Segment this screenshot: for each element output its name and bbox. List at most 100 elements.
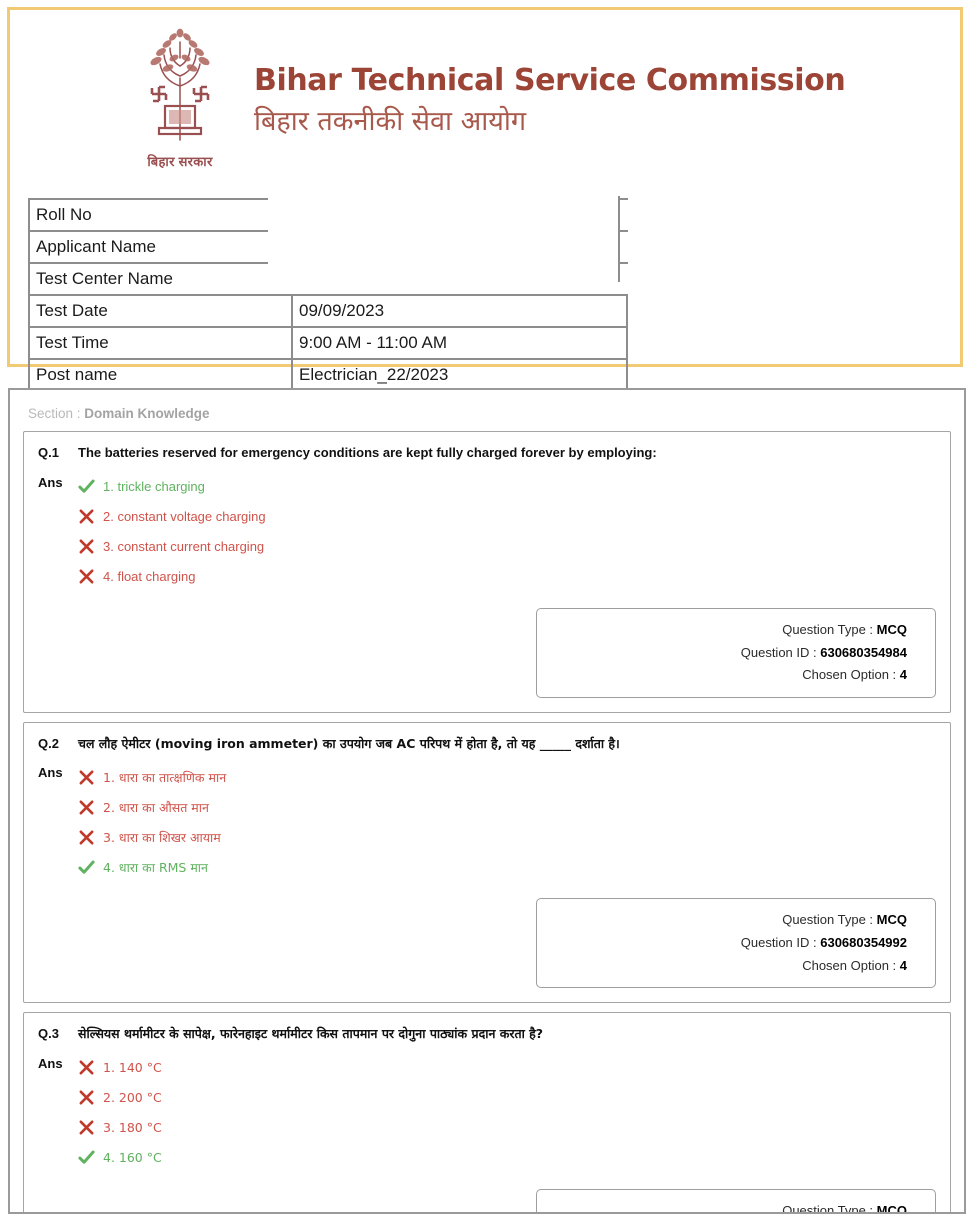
candidate-info-row: Test Time 9:00 AM - 11:00 AM [28, 326, 628, 360]
option-text: 3. constant current charging [103, 539, 265, 555]
option-text: 2. धारा का औसत मान [103, 799, 209, 815]
cross-icon [78, 829, 95, 846]
section-name: Domain Knowledge [84, 406, 210, 421]
meta-value-question-type: MCQ [876, 912, 907, 928]
option-text: 4. 160 °C [103, 1150, 162, 1166]
question-text: चल लौह ऐमीटर (moving iron ammeter) का उप… [78, 736, 620, 752]
meta-value-chosen-option: 4 [899, 957, 907, 973]
option-row: 4. float charging [78, 562, 936, 592]
meta-label-question-id: Question ID : [740, 934, 821, 950]
candidate-info-label: Test Date [28, 294, 293, 328]
org-title-english: Bihar Technical Service Commission [254, 62, 846, 98]
meta-label-question-id: Question ID : [740, 644, 821, 660]
meta-label-question-type: Question Type : [782, 621, 877, 637]
question-meta-wrap: Question Type : MCQQuestion ID : 6306803… [38, 1188, 936, 1214]
option-row: 3. धारा का शिखर आयाम [78, 822, 936, 852]
question-card: Q.2 चल लौह ऐमीटर (moving iron ammeter) का… [23, 722, 951, 1004]
cross-icon [78, 1059, 95, 1076]
option-row: 2. 200 °C [78, 1083, 936, 1113]
candidate-info-value: 09/09/2023 [291, 294, 628, 328]
check-icon [78, 478, 95, 495]
option-list: 1. 140 °C 2. 200 °C 3. 180 °C 4. 160 °C [78, 1053, 936, 1173]
cross-icon [78, 538, 95, 555]
question-number: Q.1 [38, 445, 59, 460]
question-meta-wrap: Question Type : MCQQuestion ID : 6306803… [38, 898, 936, 989]
candidate-info-row: Test Date 09/09/2023 [28, 294, 628, 328]
candidate-info-row: Post name Electrician_22/2023 [28, 358, 628, 392]
meta-label-chosen-option: Chosen Option : [802, 957, 900, 973]
question-card: Q.1 The batteries reserved for emergency … [23, 431, 951, 714]
questions-panel: Section : Domain Knowledge Q.1 The batter… [8, 388, 966, 1214]
question-number: Q.2 [38, 736, 59, 752]
option-text: 1. trickle charging [103, 479, 205, 495]
meta-value-question-id: 630680354992 [820, 934, 907, 950]
meta-value-question-type: MCQ [876, 621, 907, 637]
question-card: Q.3 सेल्सियस थर्मामीटर के सापेक्ष, फारेनह… [23, 1012, 951, 1214]
meta-row-question-id: Question ID : 630680354992 [547, 932, 907, 955]
meta-label-question-type: Question Type : [782, 912, 877, 928]
header-panel: बिहार सरकार Bihar Technical Service Comm… [7, 7, 963, 392]
meta-row-chosen-option: Chosen Option : 4 [547, 955, 907, 978]
meta-value-chosen-option: 4 [899, 667, 907, 683]
option-row: 1. धारा का तात्क्षणिक मान [78, 762, 936, 792]
meta-row-question-type: Question Type : MCQ [547, 909, 907, 932]
option-row: 4. 160 °C [78, 1143, 936, 1173]
option-row: 2. constant voltage charging [78, 502, 936, 532]
question-meta-box: Question Type : MCQQuestion ID : 6306803… [536, 1188, 936, 1214]
candidate-info-label: Applicant Name [28, 230, 292, 264]
emblem-caption: बिहार सरकार [147, 154, 213, 169]
question-header: Q.2 चल लौह ऐमीटर (moving iron ammeter) का… [38, 735, 936, 753]
option-row: 3. 180 °C [78, 1113, 936, 1143]
bihar-government-emblem-icon: बिहार सरकार [128, 28, 232, 170]
section-prefix-label: Section : [28, 406, 85, 421]
candidate-info-label: Post name [28, 358, 293, 392]
question-meta-box: Question Type : MCQ Question ID : 6306803… [536, 607, 936, 699]
brand-text: Bihar Technical Service Commission बिहार… [254, 58, 846, 141]
cross-icon [78, 1119, 95, 1136]
org-title-hindi: बिहार तकनीकी सेवा आयोग [254, 106, 527, 138]
candidate-info-label: Test Center Name [28, 262, 292, 296]
check-icon [78, 859, 95, 876]
candidate-info-label: Test Time [28, 326, 293, 360]
option-text: 4. float charging [103, 569, 196, 585]
meta-label-chosen-option: Chosen Option : [802, 667, 900, 683]
cross-icon [78, 769, 95, 786]
meta-row-chosen-option: Chosen Option : 4 [547, 664, 907, 687]
question-text: The batteries reserved for emergency con… [78, 445, 657, 460]
meta-label-question-type: Question Type : [782, 1202, 877, 1214]
candidate-info-value: Electrician_22/2023 [291, 358, 628, 392]
option-row: 4. धारा का RMS मान [78, 852, 936, 882]
option-text: 2. constant voltage charging [103, 509, 266, 525]
question-text: सेल्सियस थर्मामीटर के सापेक्ष, फारेनहाइट… [78, 1026, 544, 1042]
option-text: 2. 200 °C [103, 1090, 162, 1106]
cross-icon [78, 508, 95, 525]
brand-row: बिहार सरकार Bihar Technical Service Comm… [10, 10, 960, 170]
option-text: 1. धारा का तात्क्षणिक मान [103, 769, 227, 785]
question-header: Q.3 सेल्सियस थर्मामीटर के सापेक्ष, फारेनह… [38, 1025, 936, 1043]
option-text: 4. धारा का RMS मान [103, 859, 208, 875]
cross-icon [78, 568, 95, 585]
questions-list: Q.1 The batteries reserved for emergency … [10, 431, 964, 1214]
question-meta-wrap: Question Type : MCQ Question ID : 6306803… [38, 607, 936, 699]
option-list: 1. धारा का तात्क्षणिक मान 2. धारा का औसत … [78, 762, 936, 882]
question-number: Q.3 [38, 1026, 59, 1042]
answer-label: Ans [38, 765, 63, 781]
check-icon [78, 1149, 95, 1166]
option-row: 1. trickle charging [78, 472, 936, 502]
cross-icon [78, 1089, 95, 1106]
option-text: 1. 140 °C [103, 1060, 162, 1076]
answer-block: Ans 1. 140 °C 2. 200 °C 3. 180 °C 4. 160 °C [38, 1053, 936, 1173]
question-meta-box: Question Type : MCQQuestion ID : 6306803… [536, 898, 936, 989]
redaction-overlay [268, 196, 620, 282]
answer-label: Ans [38, 474, 63, 490]
meta-value-question-id: 630680354984 [820, 644, 907, 660]
answer-block: Ans 1. trickle charging 2. constant voltag… [38, 472, 936, 592]
option-list: 1. trickle charging 2. constant voltage c… [78, 472, 936, 592]
option-text: 3. धारा का शिखर आयाम [103, 829, 221, 845]
meta-row-question-id: Question ID : 630680354984 [547, 642, 907, 665]
candidate-info-value: 9:00 AM - 11:00 AM [291, 326, 628, 360]
meta-row-question-type: Question Type : MCQ [547, 1200, 907, 1214]
option-row: 3. constant current charging [78, 532, 936, 562]
option-row: 2. धारा का औसत मान [78, 792, 936, 822]
cross-icon [78, 799, 95, 816]
